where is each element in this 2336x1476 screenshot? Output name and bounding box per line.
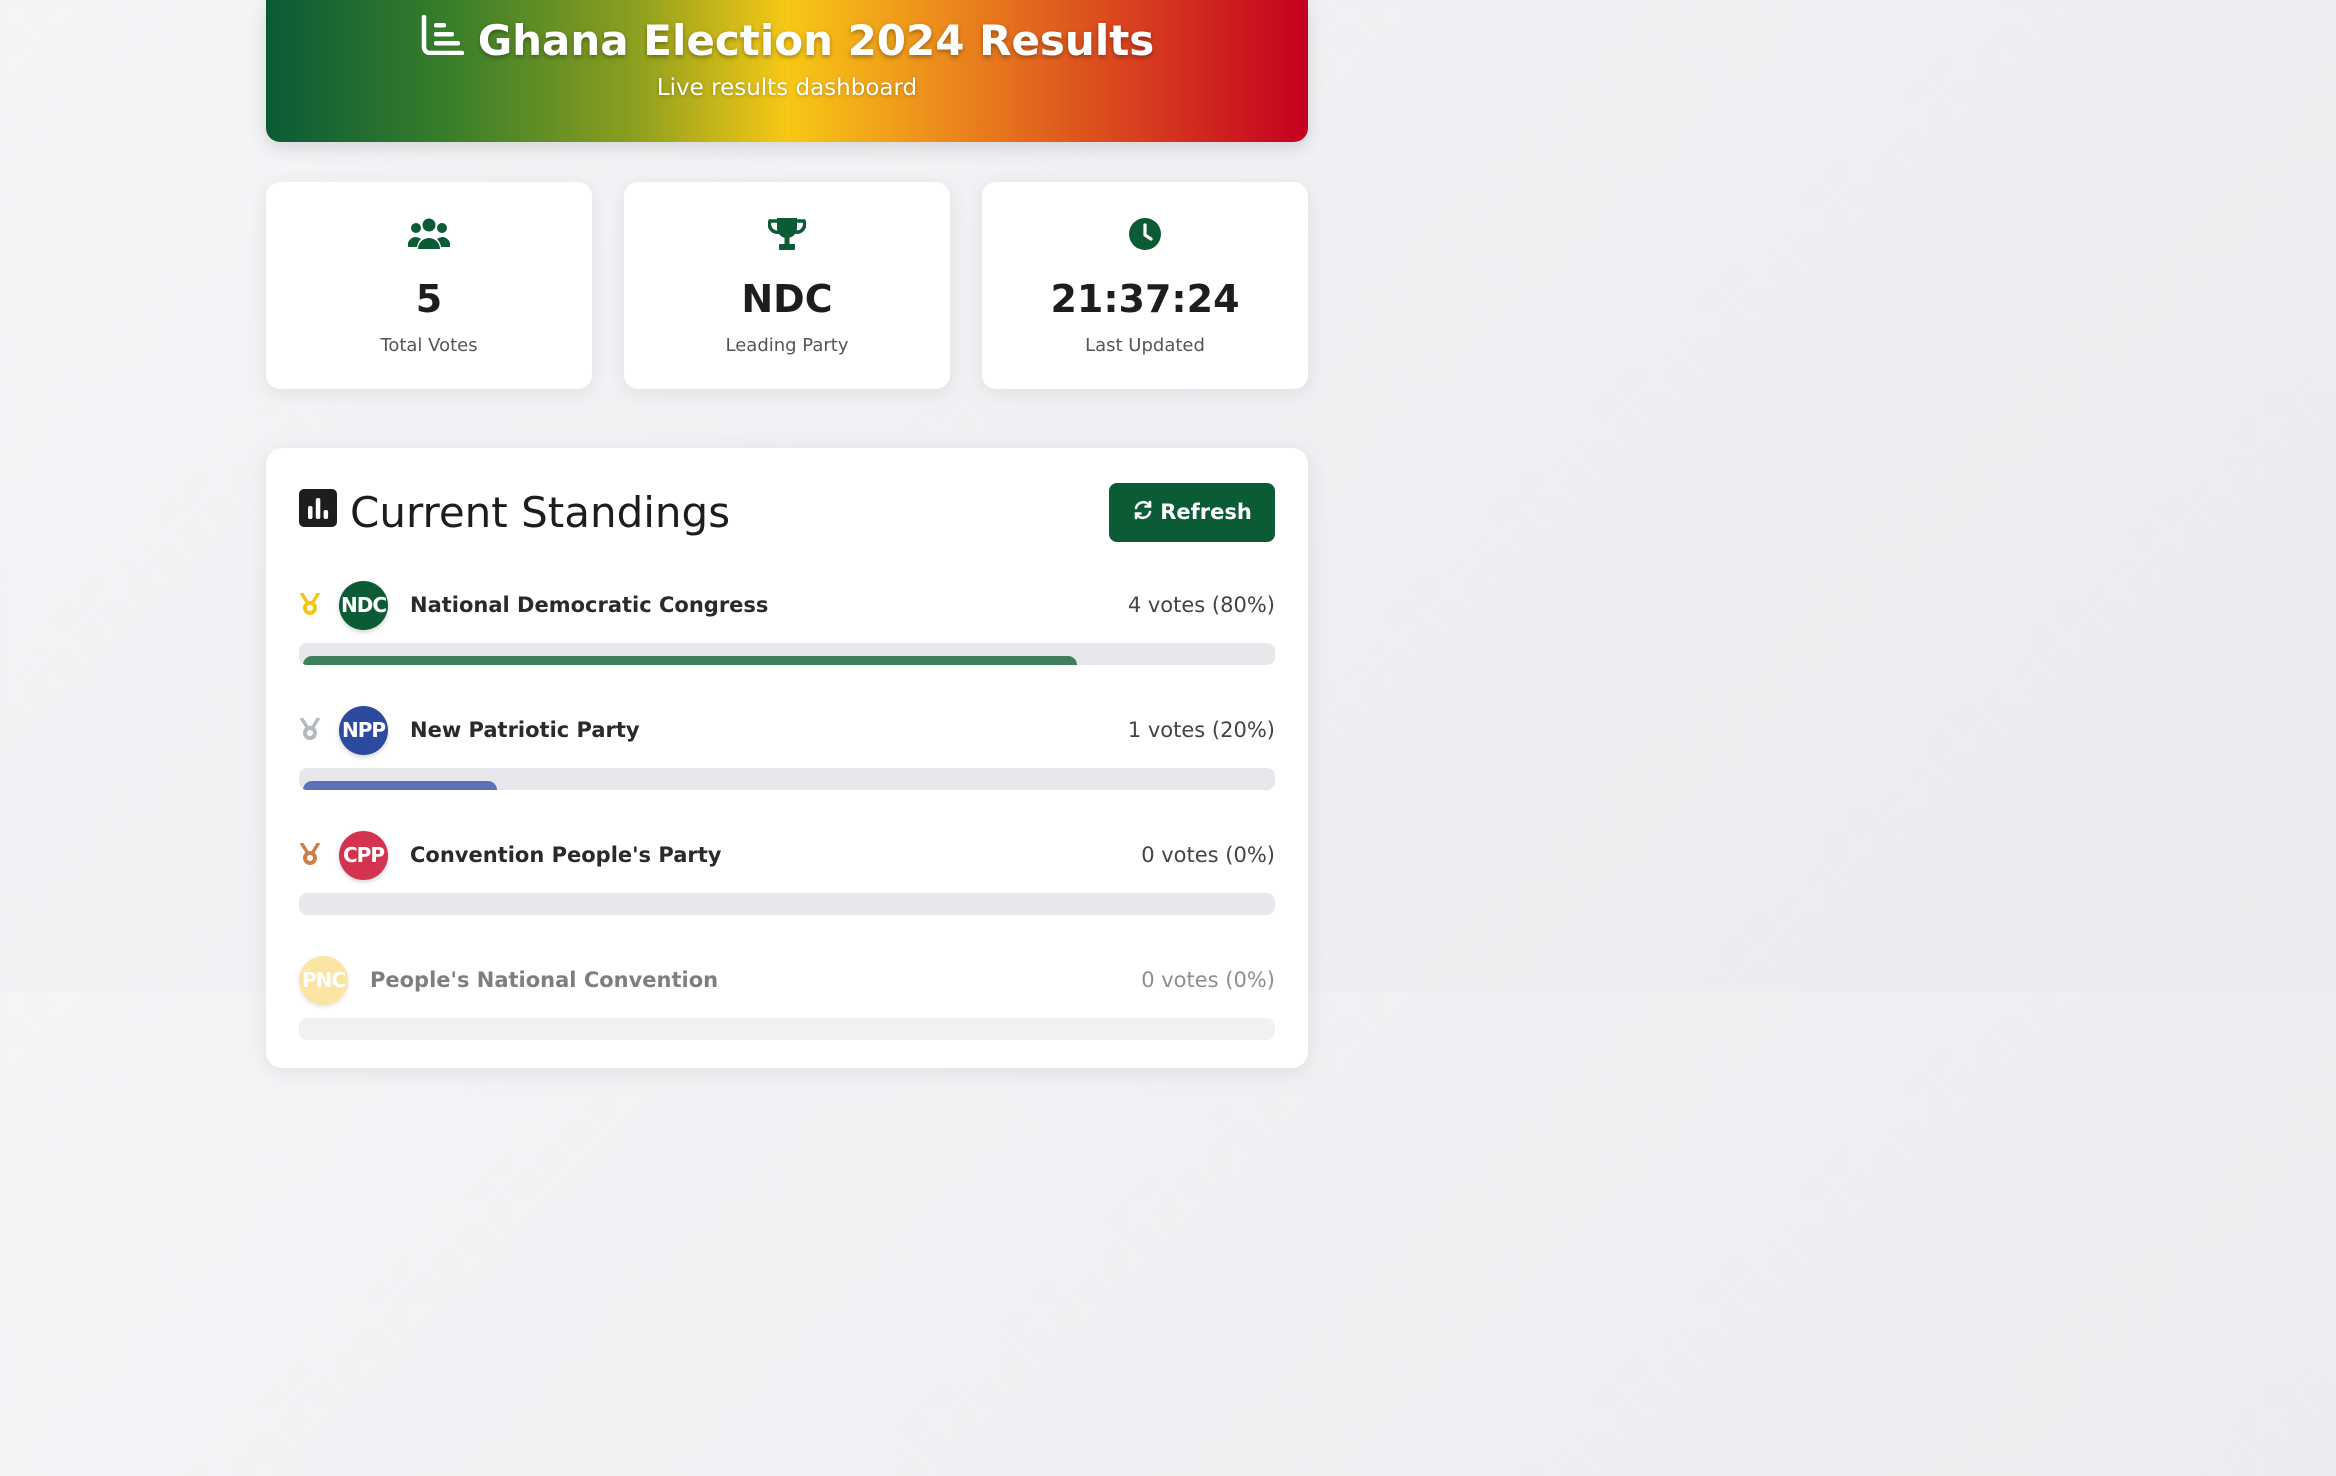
standings-panel: Current Standings Refresh NDC National D… <box>266 448 1308 1068</box>
refresh-icon <box>1132 499 1160 526</box>
stat-card-total-votes: 5 Total Votes <box>266 182 592 389</box>
gold-medal-icon <box>299 593 321 617</box>
party-votes: 1 votes (20%) <box>1127 718 1275 742</box>
header-banner: Ghana Election 2024 Results Live results… <box>266 0 1308 142</box>
page-title-text: Ghana Election 2024 Results <box>477 15 1155 65</box>
total-votes-value: 5 <box>415 277 443 321</box>
standings-title: Current Standings <box>299 488 730 537</box>
party-votes: 0 votes (0%) <box>1141 843 1275 867</box>
party-logo: NDC <box>339 580 388 630</box>
party-name: New Patriotic Party <box>410 718 640 742</box>
progress-bar <box>299 893 1275 915</box>
party-logo: CPP <box>339 830 388 880</box>
bronze-medal-icon <box>299 843 321 867</box>
dashboard: Ghana Election 2024 Results Live results… <box>266 0 1308 1068</box>
party-item: NPP New Patriotic Party 1 votes (20%) <box>299 700 1275 790</box>
trophy-icon <box>624 215 950 253</box>
progress-bar <box>299 1018 1275 1040</box>
party-item: PNC People's National Convention 0 votes… <box>299 950 1275 1040</box>
refresh-label: Refresh <box>1160 500 1252 524</box>
stat-card-leading-party: NDC Leading Party <box>624 182 950 389</box>
party-logo: PNC <box>299 955 348 1005</box>
party-name: Convention People's Party <box>410 843 722 867</box>
party-item: NDC National Democratic Congress 4 votes… <box>299 575 1275 665</box>
page-subtitle: Live results dashboard <box>656 75 918 101</box>
silver-medal-icon <box>299 718 321 742</box>
party-name: National Democratic Congress <box>410 593 769 617</box>
refresh-button[interactable]: Refresh <box>1109 482 1275 542</box>
bar-chart-icon <box>299 488 350 537</box>
stat-card-last-updated: 21:37:24 Last Updated <box>982 182 1308 389</box>
progress-bar <box>299 768 1275 790</box>
standings-header: Current Standings Refresh <box>299 482 1275 542</box>
party-row: NDC National Democratic Congress 4 votes… <box>299 575 1275 635</box>
last-updated-value: 21:37:24 <box>1050 277 1240 321</box>
page-title: Ghana Election 2024 Results <box>266 0 1308 66</box>
users-icon <box>266 215 592 253</box>
clock-icon <box>982 215 1308 253</box>
party-row: PNC People's National Convention 0 votes… <box>299 950 1275 1010</box>
total-votes-label: Total Votes <box>380 335 478 356</box>
progress-bar-fill <box>303 781 497 790</box>
stats-row: 5 Total Votes NDC Leading Party 21:37:24… <box>266 182 1308 389</box>
party-logo: NPP <box>339 705 388 755</box>
party-row: NPP New Patriotic Party 1 votes (20%) <box>299 700 1275 760</box>
chart-list-icon <box>420 14 478 65</box>
party-name: People's National Convention <box>370 968 719 992</box>
leading-party-value: NDC <box>741 277 833 321</box>
standings-title-text: Current Standings <box>350 487 731 537</box>
progress-bar-fill <box>303 656 1078 665</box>
party-votes: 4 votes (80%) <box>1127 593 1275 617</box>
last-updated-label: Last Updated <box>1085 335 1205 356</box>
progress-bar <box>299 643 1275 665</box>
party-item: CPP Convention People's Party 0 votes (0… <box>299 825 1275 915</box>
leading-party-label: Leading Party <box>725 335 849 356</box>
party-votes: 0 votes (0%) <box>1141 968 1275 992</box>
party-row: CPP Convention People's Party 0 votes (0… <box>299 825 1275 885</box>
